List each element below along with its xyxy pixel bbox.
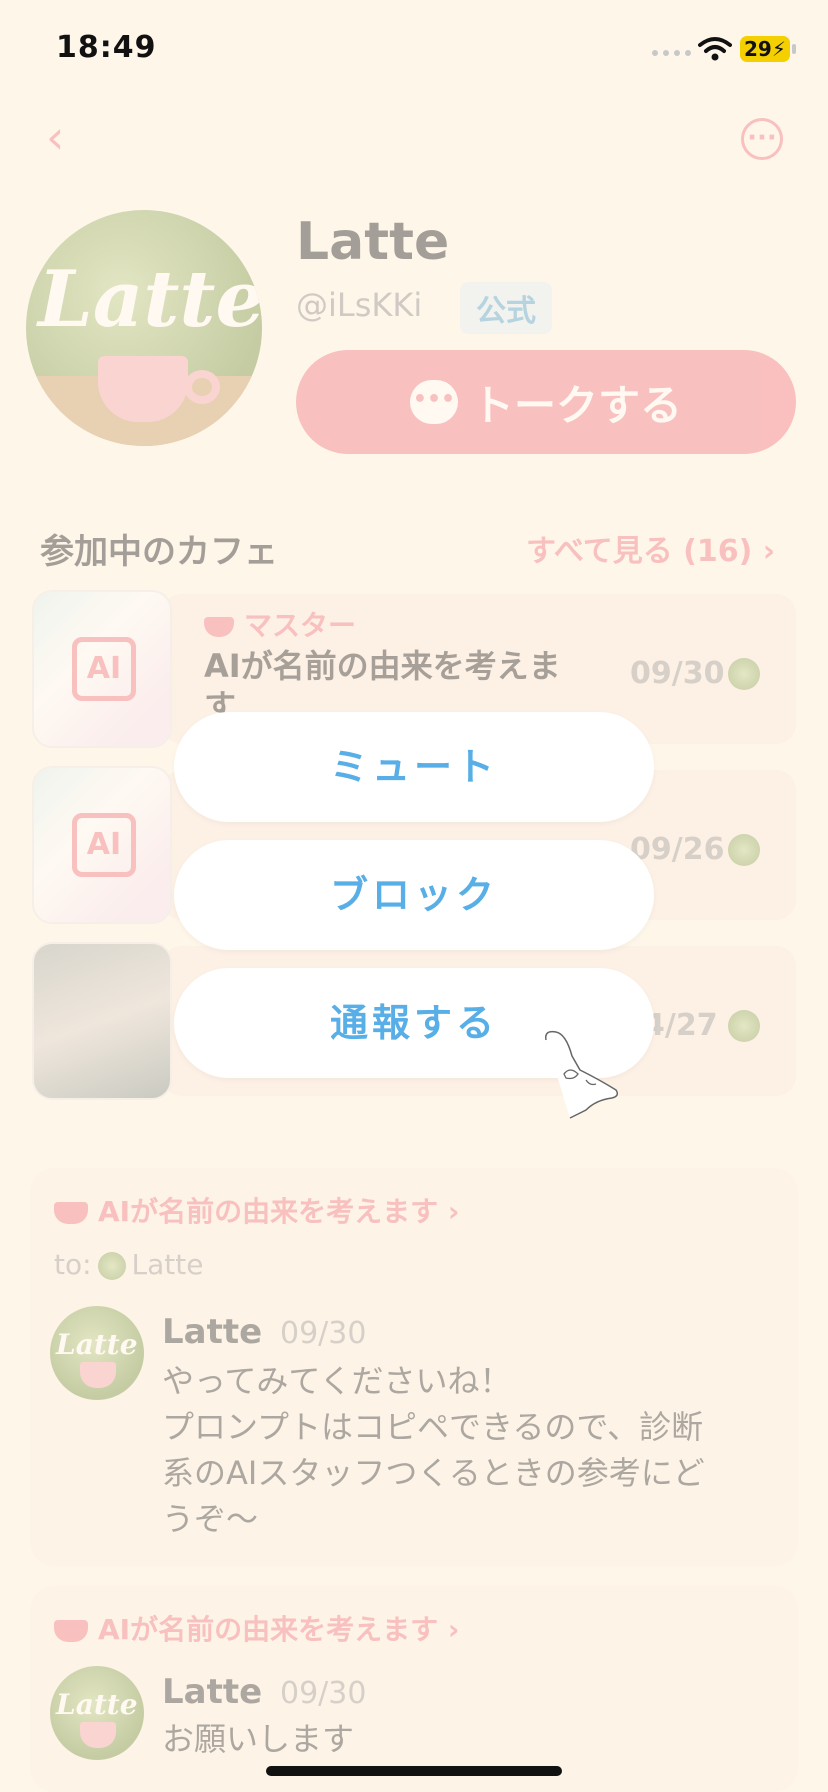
post-body-line: プロンプトはコピペできるので、診断 — [162, 1408, 704, 1446]
post-author: Latte — [162, 1312, 263, 1352]
post-cafe-link[interactable]: AIが名前の由来を考えます › — [54, 1190, 459, 1230]
post-card[interactable]: AIが名前の由来を考えます › to: Latte Latte Latte 09/… — [30, 1168, 798, 1566]
chevron-right-icon: › — [762, 534, 776, 569]
ai-icon: AI — [72, 813, 136, 877]
post-card[interactable]: AIが名前の由来を考えます › Latte Latte 09/30 お願いします — [30, 1586, 798, 1792]
post-body-line: お願いします — [162, 1720, 355, 1758]
mini-avatar — [97, 1252, 126, 1280]
cup-icon — [54, 1202, 88, 1224]
ai-icon: AI — [72, 637, 136, 701]
post-date: 09/30 — [280, 1676, 367, 1711]
cafe-date: 4/27 — [644, 1008, 718, 1043]
to-label: to: — [54, 1248, 92, 1281]
post-recipient: to: Latte — [54, 1248, 204, 1281]
post-body: やってみてくださいね！ プロンプトはコピペできるので、診断 系のAIスタッフつく… — [162, 1358, 782, 1542]
post-body-line: やってみてくださいね！ — [162, 1362, 512, 1400]
cafe-thumbnail: AI — [32, 766, 172, 924]
chat-bubble-icon: ••• — [409, 380, 458, 424]
cup-icon — [204, 617, 234, 637]
cafe-title: AIが名前の由来を考えます — [204, 647, 561, 720]
post-body-line: 系のAIスタッフつくるときの参考にど — [162, 1454, 705, 1492]
home-indicator — [266, 1766, 562, 1776]
post-body-line: うぞ〜 — [162, 1500, 259, 1538]
cafe-role-label: マスター — [244, 609, 357, 642]
talk-button[interactable]: ••• トークする — [296, 350, 796, 454]
tap-finger-icon — [544, 1030, 619, 1119]
mini-avatar — [728, 1010, 760, 1042]
to-name: Latte — [131, 1248, 204, 1281]
cafe-thumbnail: AI — [32, 590, 172, 748]
profile-handle: @iLsKKi — [296, 286, 423, 324]
post-cafe-name: AIが名前の由来を考えます — [98, 1613, 439, 1646]
block-button[interactable]: ブロック — [174, 840, 654, 950]
profile-avatar: Latte — [26, 210, 262, 446]
mute-button[interactable]: ミュート — [174, 712, 654, 822]
author-avatar[interactable]: Latte — [50, 1666, 144, 1760]
see-all-link[interactable]: すべて見る (16) › — [526, 526, 775, 570]
cafe-thumbnail-photo — [32, 942, 172, 1100]
back-chevron-icon[interactable]: ‹ — [46, 112, 86, 162]
cafe-date: 09/26 — [630, 832, 725, 867]
avatar-logo-text: Latte — [38, 254, 262, 345]
author-avatar[interactable]: Latte — [50, 1306, 144, 1400]
mini-avatar — [728, 834, 760, 866]
cup-icon — [54, 1620, 88, 1642]
post-author: Latte — [162, 1672, 263, 1712]
post-date: 09/30 — [280, 1316, 367, 1351]
official-badge: 公式 — [460, 282, 552, 334]
cafe-date: 09/30 — [630, 656, 725, 691]
mini-avatar — [728, 658, 760, 690]
post-body: お願いします — [162, 1716, 782, 1762]
post-cafe-name: AIが名前の由来を考えます — [98, 1195, 439, 1228]
cafe-role: マスター — [204, 604, 356, 644]
see-all-label: すべて見る (16) — [526, 534, 753, 569]
section-title: 参加中のカフェ — [40, 532, 278, 572]
more-options-icon[interactable]: ··· — [741, 118, 783, 160]
profile-name: Latte — [296, 212, 450, 272]
talk-button-label: トークする — [471, 380, 682, 430]
post-cafe-link[interactable]: AIが名前の由来を考えます › — [54, 1608, 459, 1648]
